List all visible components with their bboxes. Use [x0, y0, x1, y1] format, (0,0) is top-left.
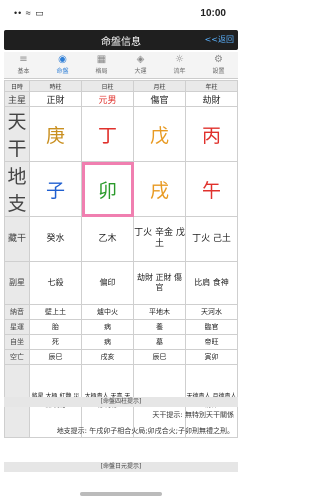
- sub-star-cell: 偏印: [81, 261, 134, 305]
- row-label: 副星: [4, 261, 30, 305]
- table-row: 藏干 癸水 乙木 丁火 辛金 戊土 丁火 己土: [4, 216, 238, 262]
- nav-bar: 命盤信息 <<返回: [4, 30, 238, 50]
- signal-wifi-icon: •• ≈ ▭: [14, 8, 45, 18]
- row-label: 天干: [4, 106, 30, 162]
- self-seat-cell: 死: [29, 334, 82, 350]
- tab-year[interactable]: ☼ 流年: [160, 52, 199, 78]
- row-label: 地支: [4, 161, 30, 217]
- tab-basic[interactable]: ≡ 基本: [4, 52, 43, 78]
- void-cell: 辰巳: [29, 349, 82, 365]
- main-star-cell: 正財: [29, 91, 82, 107]
- self-seat-cell: 帝旺: [185, 334, 238, 350]
- section-header-day-master: [命盤日元提示]: [4, 462, 238, 472]
- tab-pattern[interactable]: ▦ 格局: [82, 52, 121, 78]
- self-seat-cell: 墓: [133, 334, 186, 350]
- tab-luck[interactable]: ◈ 大運: [121, 52, 160, 78]
- sun-icon: ☼: [175, 54, 184, 65]
- nayin-cell: 爐中火: [81, 304, 134, 320]
- header-cell: 日時: [4, 80, 30, 92]
- self-seat-cell: 病: [81, 334, 134, 350]
- clock: 10:00: [200, 8, 226, 19]
- status-bar: •• ≈ ▭ 10:00: [0, 0, 242, 26]
- section-header-pillars: [命盤四柱提示]: [4, 397, 238, 407]
- heavenly-stem-cell[interactable]: 丙: [185, 106, 238, 162]
- hidden-stem-cell: 丁火 辛金 戊土: [133, 216, 186, 262]
- header-cell: 月柱: [133, 80, 186, 92]
- home-indicator[interactable]: [80, 492, 162, 496]
- sub-star-cell: 劫財 正財 傷官: [133, 261, 186, 305]
- earthly-branch-cell[interactable]: 戌: [133, 161, 186, 217]
- heavenly-stem-cell[interactable]: 丁: [81, 106, 134, 162]
- header-cell: 時柱: [29, 80, 82, 92]
- row-label: 空亡: [4, 349, 30, 365]
- table-row: 地支 子 卯 戌 午: [4, 161, 238, 217]
- star-fortune-cell: 胎: [29, 319, 82, 335]
- void-cell: 寅卯: [185, 349, 238, 365]
- nayin-cell: 壁上土: [29, 304, 82, 320]
- table-header-row: 日時 時柱 日柱 月柱 年柱: [4, 80, 238, 92]
- back-button[interactable]: <<返回: [205, 34, 234, 45]
- sub-star-cell: 比肩 食神: [185, 261, 238, 305]
- row-label: 自坐: [4, 334, 30, 350]
- table-row: 納音 壁上土 爐中火 平地木 天河水: [4, 304, 238, 320]
- table-row: 自坐 死 病 墓 帝旺: [4, 334, 238, 350]
- row-label: 主星: [4, 91, 30, 107]
- heavenly-stem-cell[interactable]: 戊: [133, 106, 186, 162]
- table-row: 星運 胎 病 養 臨官: [4, 319, 238, 335]
- hidden-stem-cell: 癸水: [29, 216, 82, 262]
- star-fortune-cell: 養: [133, 319, 186, 335]
- nayin-cell: 平地木: [133, 304, 186, 320]
- hidden-stem-cell: 丁火 己土: [185, 216, 238, 262]
- earthly-branch-cell-selected[interactable]: 卯: [81, 161, 134, 217]
- main-star-cell: 傷官: [133, 91, 186, 107]
- table-row: 天干 庚 丁 戊 丙: [4, 106, 238, 162]
- tab-settings[interactable]: ⚙ 設置: [199, 52, 238, 78]
- tab-bar: ≡ 基本 ◉ 命盤 ▦ 格局 ◈ 大運 ☼ 流年 ⚙ 設置: [4, 52, 238, 79]
- earthly-branch-cell[interactable]: 午: [185, 161, 238, 217]
- bazi-chart-table: 日時 時柱 日柱 月柱 年柱 主星 正財 元男 傷官 劫財 天干 庚 丁 戊 丙…: [4, 80, 238, 438]
- main-star-cell: 劫財: [185, 91, 238, 107]
- star-fortune-cell: 病: [81, 319, 134, 335]
- app-screen: •• ≈ ▭ 10:00 命盤信息 <<返回 ≡ 基本 ◉ 命盤 ▦ 格局 ◈ 大運 ☼…: [0, 0, 242, 501]
- branch-hint: 地支提示: 午戌卯子相合火局;卯戌合火;子卯刑無禮之刑。: [56, 427, 234, 435]
- void-cell: 戌亥: [81, 349, 134, 365]
- chart-icon: ◉: [58, 54, 67, 65]
- row-label: 藏干: [4, 216, 30, 262]
- diamond-icon: ◈: [136, 54, 145, 65]
- grid-icon: ▦: [96, 54, 107, 65]
- main-star-cell: 元男: [81, 91, 134, 107]
- earthly-branch-cell[interactable]: 子: [29, 161, 82, 217]
- void-cell: 辰巳: [133, 349, 186, 365]
- tab-chart[interactable]: ◉ 命盤: [43, 52, 82, 78]
- star-fortune-cell: 臨官: [185, 319, 238, 335]
- header-cell: 年柱: [185, 80, 238, 92]
- row-label: 星運: [4, 319, 30, 335]
- list-icon: ≡: [19, 54, 28, 65]
- row-label: 納音: [4, 304, 30, 320]
- heavenly-stem-cell[interactable]: 庚: [29, 106, 82, 162]
- nayin-cell: 天河水: [185, 304, 238, 320]
- sub-star-cell: 七殺: [29, 261, 82, 305]
- table-row: 主星 正財 元男 傷官 劫財: [4, 91, 238, 107]
- header-cell: 日柱: [81, 80, 134, 92]
- stem-hint: 天干提示: 無特別天干關係: [152, 411, 234, 419]
- gear-icon: ⚙: [214, 54, 223, 65]
- page-title: 命盤信息: [101, 37, 141, 48]
- table-row: 空亡 辰巳 戌亥 辰巳 寅卯: [4, 349, 238, 365]
- hidden-stem-cell: 乙木: [81, 216, 134, 262]
- table-row: 副星 七殺 偏印 劫財 正財 傷官 比肩 食神: [4, 261, 238, 305]
